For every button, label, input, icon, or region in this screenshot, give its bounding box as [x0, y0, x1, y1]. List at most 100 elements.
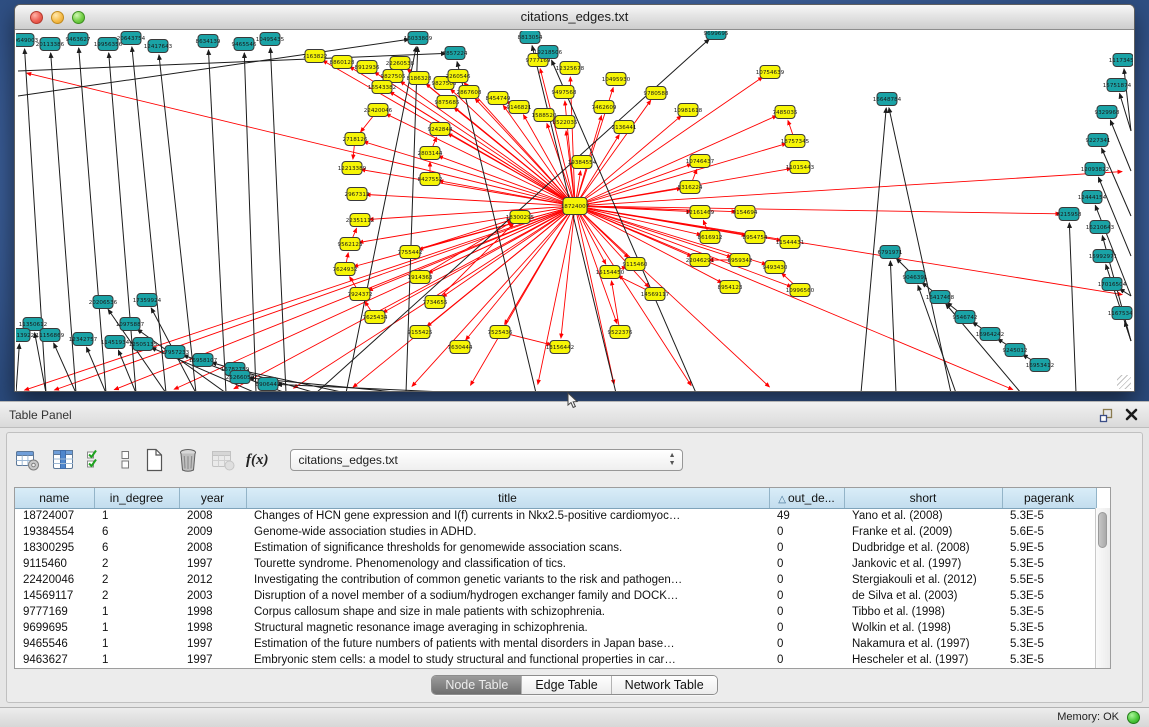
graph-node[interactable]: 7924372 [348, 288, 373, 301]
graph-node[interactable]: 18757345 [781, 135, 810, 148]
graph-node[interactable]: 1914363 [408, 271, 433, 284]
unselect-rows-icon[interactable] [118, 447, 132, 473]
graph-node[interactable]: 9465546 [232, 38, 257, 51]
graph-node[interactable]: 19218506 [534, 46, 563, 59]
graph-node[interactable]: 9154694 [733, 206, 758, 219]
graph-node[interactable]: 8906443 [256, 378, 281, 391]
graph-edge[interactable] [1098, 177, 1131, 256]
show-column-icon[interactable] [52, 447, 74, 473]
graph-node[interactable]: 8522035 [553, 116, 578, 129]
network-canvas[interactable]: 1872400771638228860128891293622260538982… [16, 31, 1133, 391]
node-table[interactable]: namein_degreeyeartitle△out_de...shortpag… [14, 487, 1111, 669]
table-row[interactable]: 969969511998Structural magnetic resonanc… [15, 620, 1096, 636]
graph-edge[interactable] [353, 206, 575, 387]
graph-edge[interactable] [575, 206, 614, 384]
tab-node-table[interactable]: Node Table [432, 676, 522, 694]
minimize-window-icon[interactable] [51, 11, 64, 24]
graph-edge[interactable] [575, 116, 777, 206]
graph-edge[interactable] [1102, 148, 1131, 216]
close-panel-icon[interactable] [1124, 407, 1139, 422]
graph-edge[interactable] [611, 281, 620, 332]
graph-node[interactable]: 6791971 [878, 246, 903, 259]
graph-edge[interactable] [1110, 120, 1131, 171]
function-builder-icon[interactable]: f(x) [246, 447, 269, 473]
graph-node[interactable]: 9329968 [1095, 106, 1120, 119]
graph-node[interactable]: 16543382 [368, 81, 396, 94]
graph-node[interactable]: 17016504 [1098, 278, 1127, 291]
graph-node[interactable]: 13156442 [546, 341, 574, 354]
graph-node[interactable]: 9245012 [1003, 344, 1028, 357]
graph-node[interactable]: 12213389 [338, 162, 367, 175]
graph-node[interactable]: 7734655 [423, 296, 448, 309]
graph-node[interactable]: 10981618 [674, 104, 703, 117]
graph-edge[interactable] [538, 206, 575, 384]
graph-node[interactable]: 8215958 [1057, 208, 1082, 221]
graph-edge[interactable] [575, 206, 701, 235]
graph-node[interactable]: 9493430 [763, 261, 788, 274]
graph-edge[interactable] [208, 50, 226, 391]
graph-node[interactable]: 16210643 [1086, 221, 1115, 234]
graph-node[interactable]: 10495435 [256, 33, 285, 46]
table-row[interactable]: 911546021997Tourette syndrome. Phenomeno… [15, 556, 1096, 572]
graph-node[interactable]: 8454749 [486, 92, 511, 105]
graph-edge[interactable] [890, 261, 896, 391]
graph-edge[interactable] [575, 206, 1122, 295]
graph-node[interactable]: 12444154 [1078, 191, 1107, 204]
graph-node[interactable]: 7525436 [488, 326, 513, 339]
graph-node[interactable]: 2867608 [457, 86, 482, 99]
table-row[interactable]: 1872400712008Changes of HCN gene express… [15, 508, 1096, 524]
graph-edge[interactable] [471, 206, 575, 385]
graph-edge[interactable] [16, 344, 19, 391]
delete-column-icon[interactable] [211, 447, 235, 473]
graph-edge[interactable] [270, 48, 286, 391]
graph-edge[interactable] [234, 206, 575, 389]
graph-node[interactable]: 16648784 [873, 93, 902, 106]
column-header[interactable]: △out_de... [769, 488, 844, 508]
graph-node[interactable]: 20113386 [36, 38, 65, 51]
graph-node[interactable]: 11544431 [776, 236, 805, 249]
graph-node[interactable]: 11173456 [1109, 54, 1133, 67]
graph-node[interactable]: 7625434 [363, 311, 388, 324]
graph-node[interactable]: 8427552 [418, 173, 443, 186]
graph-edge[interactable] [244, 53, 256, 391]
graph-node[interactable]: 17957233 [161, 346, 190, 359]
graph-node[interactable]: 12325678 [556, 62, 585, 75]
graph-node[interactable]: 22351112 [346, 214, 374, 227]
table-selector-dropdown[interactable]: citations_edges.txt ▲▼ [290, 449, 683, 471]
column-header[interactable]: name [15, 488, 94, 508]
graph-node[interactable]: 9227341 [1086, 134, 1111, 147]
graph-node[interactable]: 16033809 [404, 32, 433, 45]
graph-node[interactable]: 7163822 [303, 50, 328, 63]
table-row[interactable]: 1456911722003Disruption of a novel membe… [15, 588, 1096, 604]
graph-node[interactable]: 20206536 [89, 296, 118, 309]
graph-node[interactable]: 8954123 [718, 281, 743, 294]
graph-node[interactable]: 9146821 [507, 101, 532, 114]
delete-table-icon[interactable] [176, 447, 200, 473]
new-table-icon[interactable] [143, 447, 165, 473]
graph-node[interactable]: 12417643 [144, 40, 173, 53]
graph-node[interactable]: 9046391 [903, 271, 928, 284]
graph-node[interactable]: 16953412 [1026, 359, 1054, 372]
table-row[interactable]: 977716911998Corpus callosum shape and si… [15, 604, 1096, 620]
graph-node[interactable]: 9562123 [338, 238, 363, 251]
graph-node[interactable]: 10495930 [602, 73, 631, 86]
table-row[interactable]: 1938455462009Genome-wide association stu… [15, 524, 1096, 540]
graph-node[interactable]: 2803144 [418, 147, 443, 160]
graph-node[interactable]: 8912936 [355, 61, 380, 74]
graph-node[interactable]: 11675345 [1108, 307, 1133, 320]
column-header[interactable]: in_degree [94, 488, 179, 508]
graph-node[interactable]: 20643754 [117, 32, 146, 45]
table-row[interactable]: 946362711997Embryonic stem cells: a mode… [15, 652, 1096, 668]
tab-network-table[interactable]: Network Table [612, 676, 717, 694]
graph-edge[interactable] [369, 206, 575, 219]
table-row[interactable]: 1830029562008Estimation of significance … [15, 540, 1096, 556]
column-header[interactable]: pagerank [1002, 488, 1096, 508]
graph-node[interactable]: 8616912 [698, 231, 723, 244]
graph-node[interactable]: 8316224 [678, 181, 703, 194]
graph-node[interactable]: 2260546 [446, 70, 471, 83]
graph-edge[interactable] [18, 53, 446, 71]
graph-edge[interactable] [575, 188, 681, 206]
graph-edge[interactable] [575, 206, 617, 324]
graph-node[interactable]: 12161469 [686, 206, 715, 219]
graph-edge[interactable] [575, 100, 651, 206]
